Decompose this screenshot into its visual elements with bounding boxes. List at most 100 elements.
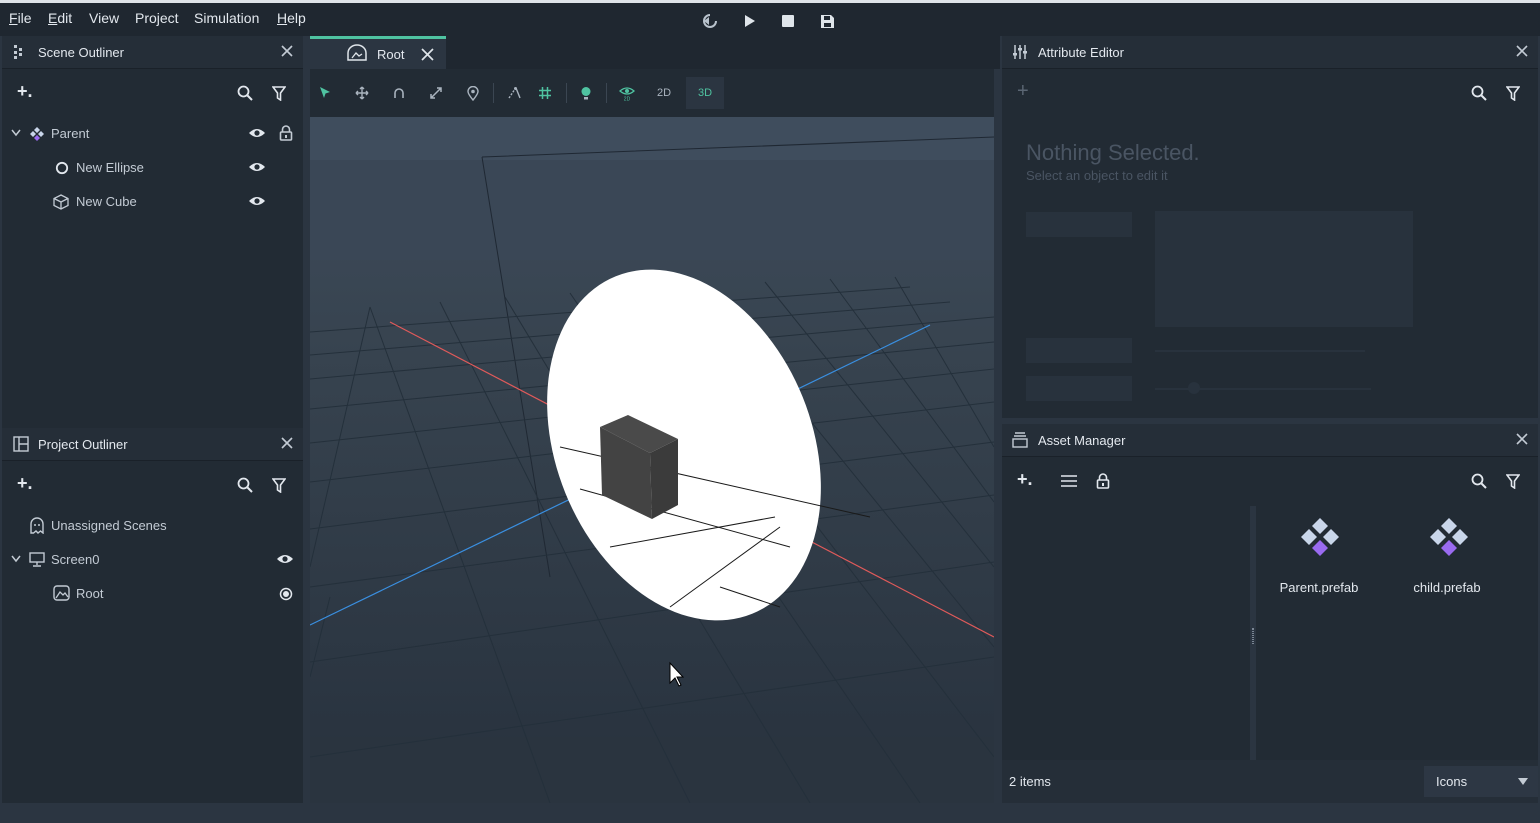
menu-view[interactable]: View — [89, 10, 119, 26]
search-icon — [237, 477, 253, 493]
mode-3d-button[interactable]: 3D — [686, 77, 724, 109]
list-view-button[interactable] — [1058, 470, 1080, 492]
filter-icon — [272, 477, 286, 493]
asset-item-parent-prefab[interactable]: Parent.prefab — [1264, 514, 1374, 604]
list-icon — [1061, 475, 1077, 487]
splitter-grip[interactable] — [1252, 628, 1254, 644]
save-button[interactable] — [817, 12, 837, 30]
view-mode-value: Icons — [1436, 774, 1468, 789]
tree-item-label: Screen0 — [51, 552, 100, 567]
scene-icon — [53, 585, 70, 601]
play-button[interactable] — [740, 12, 760, 30]
pivot-tool-button[interactable] — [461, 81, 485, 105]
filter-button[interactable] — [268, 82, 290, 104]
chevron-down-icon[interactable] — [11, 555, 21, 563]
scene-outliner-header: Scene Outliner — [2, 36, 303, 69]
menu-project[interactable]: Project — [135, 10, 179, 26]
view-mode-select[interactable]: Icons — [1424, 766, 1538, 797]
asset-manager-header: Asset Manager — [1002, 424, 1538, 457]
close-icon[interactable] — [1516, 45, 1528, 57]
eye-icon[interactable] — [248, 127, 266, 139]
menu-edit[interactable]: Edit — [48, 10, 72, 26]
lightbulb-icon — [581, 86, 591, 99]
mode-2d-button[interactable]: 2D — [652, 81, 676, 105]
active-scene-icon[interactable] — [279, 587, 293, 601]
add-component-button[interactable]: + — [1017, 80, 1029, 103]
stop-icon — [782, 15, 794, 27]
scene-icon — [347, 44, 367, 61]
add-button[interactable]: +. — [17, 81, 33, 102]
save-icon — [820, 14, 834, 28]
search-icon — [1471, 473, 1487, 489]
filter-button[interactable] — [268, 474, 290, 496]
camera-view-button[interactable]: 2D — [615, 81, 639, 105]
filter-button[interactable] — [1502, 82, 1524, 104]
close-icon[interactable] — [1516, 433, 1528, 445]
filter-button[interactable] — [1502, 470, 1524, 492]
tree-row-unassigned-scenes[interactable]: Unassigned Scenes — [2, 509, 303, 543]
viewport-tab-bar: Root — [310, 36, 1000, 69]
lock-button[interactable] — [1092, 470, 1114, 492]
menu-file[interactable]: File — [9, 10, 32, 26]
eye-icon[interactable] — [248, 161, 266, 173]
rotate-tool-button[interactable] — [387, 81, 411, 105]
chevron-down-icon[interactable] — [11, 129, 21, 137]
placeholder-block — [1026, 376, 1132, 401]
rotate-icon — [394, 88, 404, 98]
search-button[interactable] — [234, 474, 256, 496]
rewind-icon — [703, 14, 717, 28]
asset-manager-toolbar: +. — [1002, 457, 1538, 505]
status-strip — [0, 803, 1540, 823]
monitor-icon — [29, 552, 45, 567]
cursor-icon — [320, 87, 330, 98]
placeholder-preview — [1155, 211, 1413, 327]
tab-root[interactable]: Root — [310, 36, 446, 69]
project-icon — [13, 436, 29, 452]
move-tool-button[interactable] — [350, 81, 374, 105]
rewind-button[interactable] — [700, 12, 720, 30]
search-icon — [1471, 85, 1487, 101]
light-toggle-button[interactable] — [574, 81, 598, 105]
viewport-3d-canvas[interactable] — [310, 117, 994, 803]
menu-simulation[interactable]: Simulation — [194, 10, 259, 26]
add-asset-button[interactable]: +. — [1017, 469, 1033, 490]
attribute-editor-panel: Attribute Editor + Nothing Selected. Sel… — [1002, 36, 1538, 418]
search-button[interactable] — [234, 82, 256, 104]
tree-row-ellipse[interactable]: New Ellipse — [2, 151, 303, 185]
stop-button[interactable] — [778, 12, 798, 30]
close-icon[interactable] — [281, 437, 293, 449]
lock-icon[interactable] — [279, 125, 293, 141]
asset-item-child-prefab[interactable]: child.prefab — [1392, 514, 1502, 604]
project-outliner-toolbar: +. — [2, 461, 303, 507]
search-button[interactable] — [1468, 82, 1490, 104]
scale-tool-button[interactable] — [424, 81, 448, 105]
project-outliner-header: Project Outliner — [2, 428, 303, 461]
close-icon[interactable] — [281, 45, 293, 57]
search-icon — [237, 85, 253, 101]
add-button[interactable]: +. — [17, 473, 33, 494]
tree-row-parent[interactable]: Parent — [2, 117, 303, 151]
tree-row-root[interactable]: Root — [2, 577, 303, 611]
scene-outliner-panel: Scene Outliner +. Parent New Ellipse New… — [2, 36, 303, 428]
close-icon[interactable] — [421, 48, 434, 61]
search-button[interactable] — [1468, 470, 1490, 492]
asset-label: child.prefab — [1413, 580, 1481, 595]
tree-row-screen0[interactable]: Screen0 — [2, 543, 303, 577]
empty-state-title: Nothing Selected. — [1026, 140, 1200, 165]
item-count: 2 items — [1009, 774, 1051, 789]
svg-text:2D: 2D — [624, 97, 631, 102]
filter-icon — [1506, 85, 1520, 101]
menu-help[interactable]: Help — [277, 10, 306, 26]
asset-grid: Parent.prefab child.prefab — [1256, 506, 1538, 760]
eye-icon[interactable] — [276, 553, 294, 565]
asset-folder-tree[interactable] — [1002, 506, 1250, 760]
eye-icon[interactable] — [248, 195, 266, 207]
tree-row-cube[interactable]: New Cube — [2, 185, 303, 219]
grid-toggle-button[interactable] — [533, 81, 557, 105]
select-tool-button[interactable] — [313, 81, 337, 105]
snap-button[interactable] — [502, 81, 526, 105]
asset-manager-panel: Asset Manager +. Parent.prefab child.pre… — [1002, 424, 1538, 803]
play-icon — [745, 15, 755, 27]
asset-label: Parent.prefab — [1279, 580, 1359, 595]
tree-item-label: New Cube — [76, 194, 137, 209]
